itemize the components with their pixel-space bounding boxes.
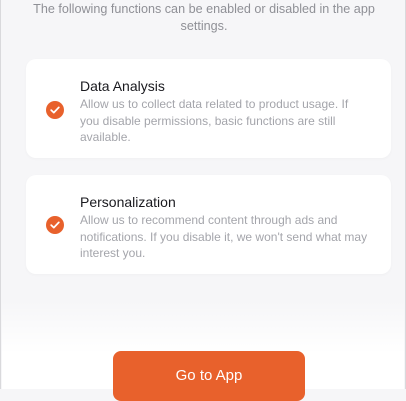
permission-title: Personalization [80,194,176,210]
permission-description: Allow us to recommend content through ad… [80,213,368,260]
permission-card-personalization: Personalization Allow us to recommend co… [26,175,391,274]
permission-checkbox-data-analysis[interactable] [46,101,64,119]
permission-description: Allow us to collect data related to prod… [80,97,349,144]
permission-title: Data Analysis [80,78,165,94]
permissions-screen: The following functions can be enabled o… [0,0,406,401]
checkmark-icon [50,221,60,229]
intro-text: The following functions can be enabled o… [33,2,375,33]
permission-checkbox-personalization[interactable] [46,216,64,234]
go-to-app-button[interactable]: Go to App [113,351,305,401]
checkmark-icon [50,106,60,114]
permission-card-data-analysis: Data Analysis Allow us to collect data r… [26,59,391,158]
